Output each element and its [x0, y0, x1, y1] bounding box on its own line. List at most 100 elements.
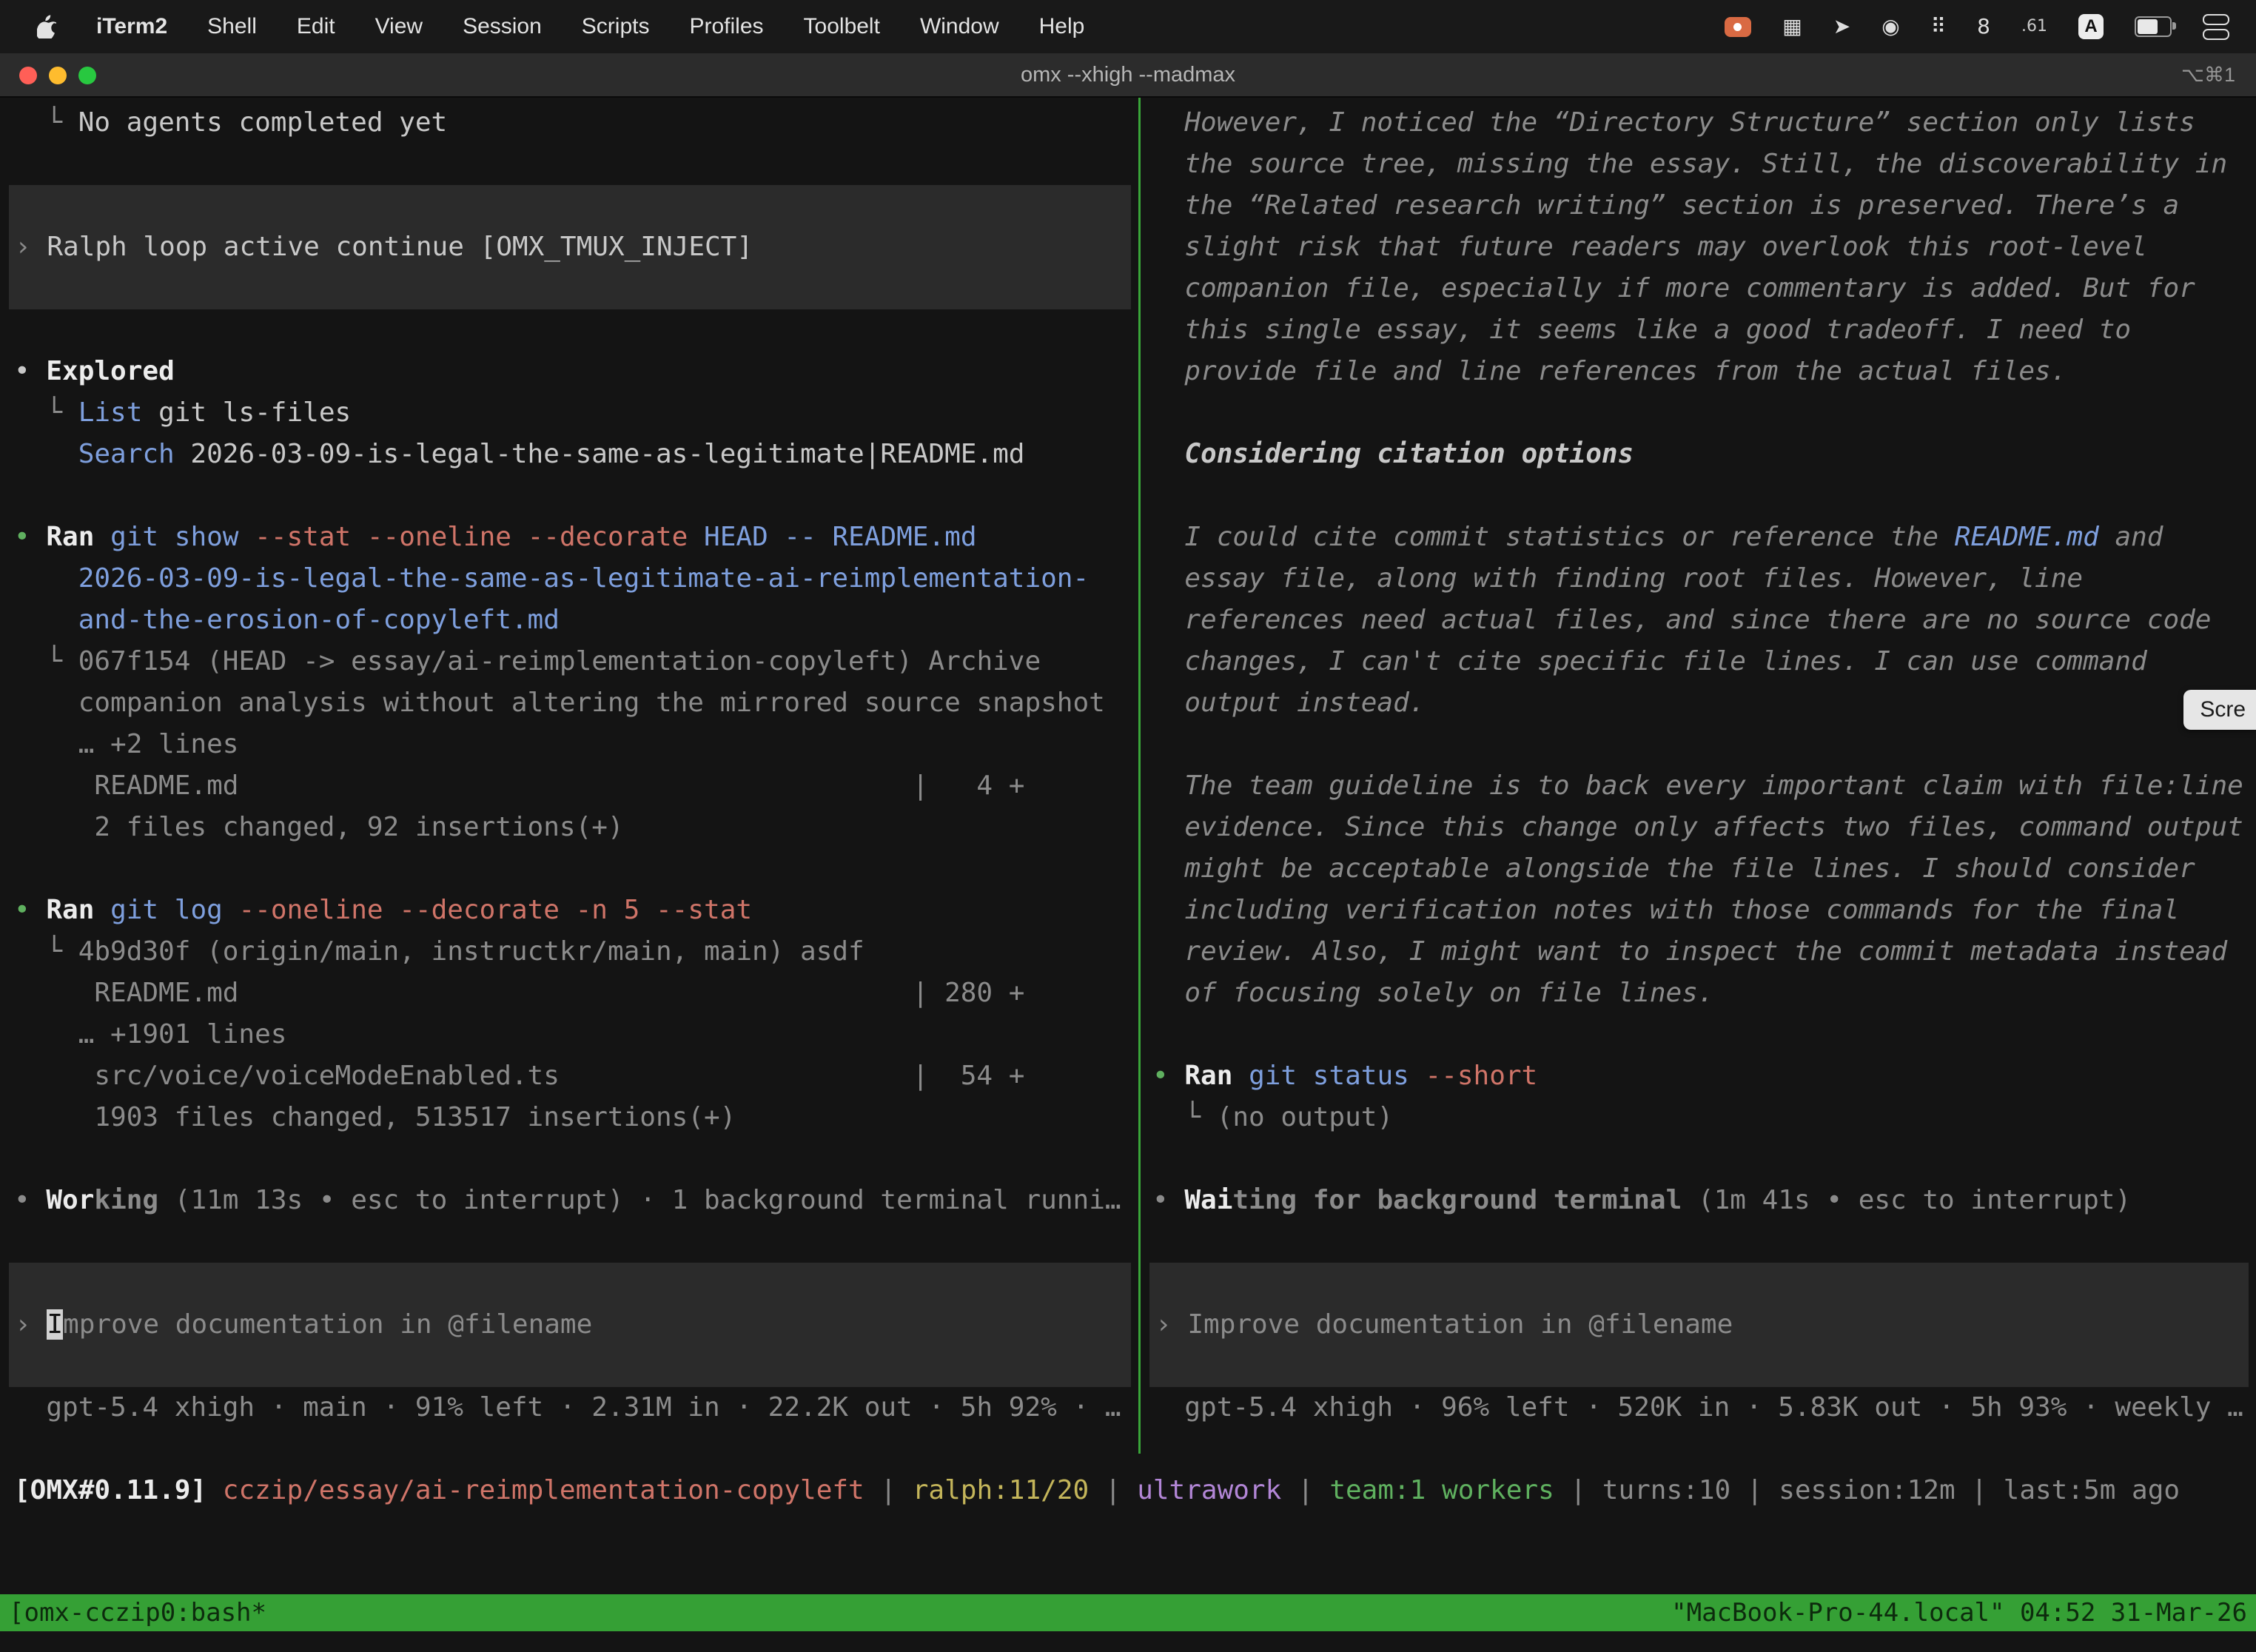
stat-gauge-icon[interactable]: .61 — [2021, 19, 2047, 35]
terminal-text-segment: the source tree, missing the essay. Stil… — [1184, 149, 2227, 179]
menu-iterm2[interactable]: iTerm2 — [96, 14, 167, 39]
prompt-input-box[interactable]: › Ralph loop active continue [OMX_TMUX_I… — [9, 185, 1131, 309]
apple-menu-icon[interactable] — [37, 15, 56, 38]
terminal-area[interactable]: └ No agents completed yet › Ralph loop ac… — [0, 98, 2256, 1652]
terminal-text-segment — [688, 522, 704, 552]
menu-edit[interactable]: Edit — [297, 14, 335, 39]
terminal-line: › Improve documentation in @filename — [9, 1304, 1131, 1346]
terminal-text-segment: git log — [110, 895, 223, 925]
terminal-text-segment: ting for background terminal — [1232, 1185, 1682, 1215]
control-center-icon[interactable] — [2203, 14, 2229, 40]
terminal-line: companion file, especially if more comme… — [1141, 268, 2256, 309]
terminal-line: └ 067f154 (HEAD -> essay/ai-reimplementa… — [0, 641, 1138, 682]
terminal-text-segment: [OMX#0.11.9] — [14, 1475, 223, 1505]
terminal-line: └ No agents completed yet — [0, 102, 1138, 144]
terminal-line — [0, 1138, 1138, 1180]
terminal-text-segment — [158, 1185, 175, 1215]
prompt-input-box[interactable]: › Improve documentation in @filename — [9, 1263, 1131, 1387]
terminal-text-segment: README.md — [1955, 522, 2099, 552]
minimize-button[interactable] — [49, 67, 67, 84]
terminal-text-segment: 2026-03-09-is-legal-the-same-as-legitima… — [175, 439, 1025, 469]
tmux-host-time: "MacBook-Pro-44.local" 04:52 31-Mar-26 — [1671, 1598, 2247, 1628]
terminal-text-segment: gpt-5.4 xhigh · main · 91% left · 2.31M … — [46, 1392, 1121, 1423]
terminal-line — [9, 268, 1131, 309]
menu-scripts[interactable]: Scripts — [582, 14, 650, 39]
tmux-session-label[interactable]: [omx-cczip0:bash* — [9, 1598, 266, 1628]
menu-session[interactable]: Session — [463, 14, 542, 39]
terminal-text-segment: references need actual files, and since … — [1184, 605, 2211, 635]
menu-toolbelt[interactable]: Toolbelt — [804, 14, 880, 39]
screen-edge-tooltip[interactable]: Scre — [2183, 690, 2256, 730]
pointer-app-icon[interactable]: ➤ — [1833, 16, 1850, 37]
terminal-line — [1149, 1346, 2249, 1387]
screen-recording-indicator[interactable] — [1725, 17, 1751, 37]
terminal-text-segment: › — [15, 1309, 47, 1340]
terminal-line: README.md | 4 + — [0, 765, 1138, 807]
terminal-text-segment — [223, 895, 239, 925]
terminal-text-segment: ultrawork — [1137, 1475, 1281, 1505]
terminal-text-segment: Wai — [1184, 1185, 1232, 1215]
terminal-line: references need actual files, and since … — [1141, 600, 2256, 641]
menu-help[interactable]: Help — [1039, 14, 1085, 39]
terminal-text-segment: slight risk that future readers may over… — [1184, 232, 2146, 262]
terminal-line: including verification notes with those … — [1141, 890, 2256, 931]
terminal-text-segment: 2 files changed, 92 insertions(+) — [94, 812, 623, 842]
dots-grid-icon[interactable]: ⠿ — [1931, 16, 1947, 37]
terminal-line: └ (no output) — [1141, 1097, 2256, 1138]
prompt-input-box[interactable]: › Improve documentation in @filename — [1149, 1263, 2249, 1387]
menu-window[interactable]: Window — [920, 14, 999, 39]
terminal-text-segment: --oneline --decorate -n 5 --stat — [238, 895, 752, 925]
terminal-text-segment: git ls-files — [142, 397, 351, 428]
terminal-text-segment — [238, 522, 255, 552]
terminal-text-segment — [94, 522, 110, 552]
terminal-text-segment: including verification notes with those … — [1184, 895, 2179, 925]
terminal-text-segment: Ralph loop active continue [OMX_TMUX_INJ… — [47, 232, 753, 262]
terminal-text-segment: Ran — [46, 895, 94, 925]
terminal-line: However, I noticed the “Directory Struct… — [1141, 102, 2256, 144]
terminal-text-segment: • — [1152, 1185, 1184, 1215]
right-pane[interactable]: However, I noticed the “Directory Struct… — [1141, 98, 2256, 1474]
terminal-line: └ 4b9d30f (origin/main, instructkr/main,… — [0, 931, 1138, 973]
terminal-text-segment: | — [1955, 1475, 2004, 1505]
battery-icon[interactable] — [2135, 16, 2172, 37]
grid-app-icon[interactable]: ▦ — [1782, 16, 1802, 37]
right-pane-lines: However, I noticed the “Directory Struct… — [1141, 102, 2256, 1428]
terminal-line — [1141, 1138, 2256, 1180]
terminal-text-segment: README.md | 4 + — [94, 770, 1024, 801]
terminal-text-segment: └ — [46, 107, 78, 138]
zoom-button[interactable] — [78, 67, 96, 84]
circle-app-icon[interactable]: ◉ — [1881, 16, 1899, 37]
terminal-text-segment: turns:10 — [1602, 1475, 1730, 1505]
terminal-text-segment: changes, I can't cite specific file line… — [1184, 646, 2146, 676]
input-source-icon[interactable]: A — [2078, 14, 2104, 39]
terminal-text-segment — [1682, 1185, 1698, 1215]
terminal-line: • Waiting for background terminal (1m 41… — [1141, 1180, 2256, 1221]
terminal-line — [0, 848, 1138, 890]
menu-shell[interactable]: Shell — [207, 14, 257, 39]
terminal-text-segment: essay file, along with finding root file… — [1184, 563, 2083, 594]
terminal-text-segment: README.md | 280 + — [94, 978, 1024, 1008]
terminal-text-segment: the “Related research writing” section i… — [1184, 190, 2179, 221]
left-pane[interactable]: └ No agents completed yet › Ralph loop ac… — [0, 98, 1138, 1474]
window-titlebar[interactable]: omx --xhigh --madmax ⌥⌘1 — [0, 53, 2256, 98]
terminal-text-segment: ralph:11/20 — [913, 1475, 1089, 1505]
keypad-app-icon[interactable]: 8 — [1977, 16, 1990, 37]
terminal-line: slight risk that future readers may over… — [1141, 226, 2256, 268]
terminal-line — [0, 309, 1138, 351]
terminal-line — [1141, 475, 2256, 517]
window-shortcut-hint: ⌥⌘1 — [2181, 64, 2235, 87]
menu-profiles[interactable]: Profiles — [689, 14, 763, 39]
menu-view[interactable]: View — [375, 14, 423, 39]
window-title: omx --xhigh --madmax — [1021, 63, 1235, 87]
omx-status-line: [OMX#0.11.9] cczip/essay/ai-reimplementa… — [0, 1470, 2256, 1511]
terminal-line: evidence. Since this change only affects… — [1141, 807, 2256, 848]
terminal-text-segment: • — [14, 895, 46, 925]
terminal-text-segment: › — [1155, 1309, 1187, 1340]
terminal-line — [1141, 1221, 2256, 1263]
terminal-line — [9, 1263, 1131, 1304]
terminal-line: • Ran git show --stat --oneline --decora… — [0, 517, 1138, 558]
terminal-text-segment: --stat --oneline --decorate — [255, 522, 688, 552]
close-button[interactable] — [19, 67, 37, 84]
terminal-line — [9, 185, 1131, 226]
terminal-line: • Ran git log --oneline --decorate -n 5 … — [0, 890, 1138, 931]
